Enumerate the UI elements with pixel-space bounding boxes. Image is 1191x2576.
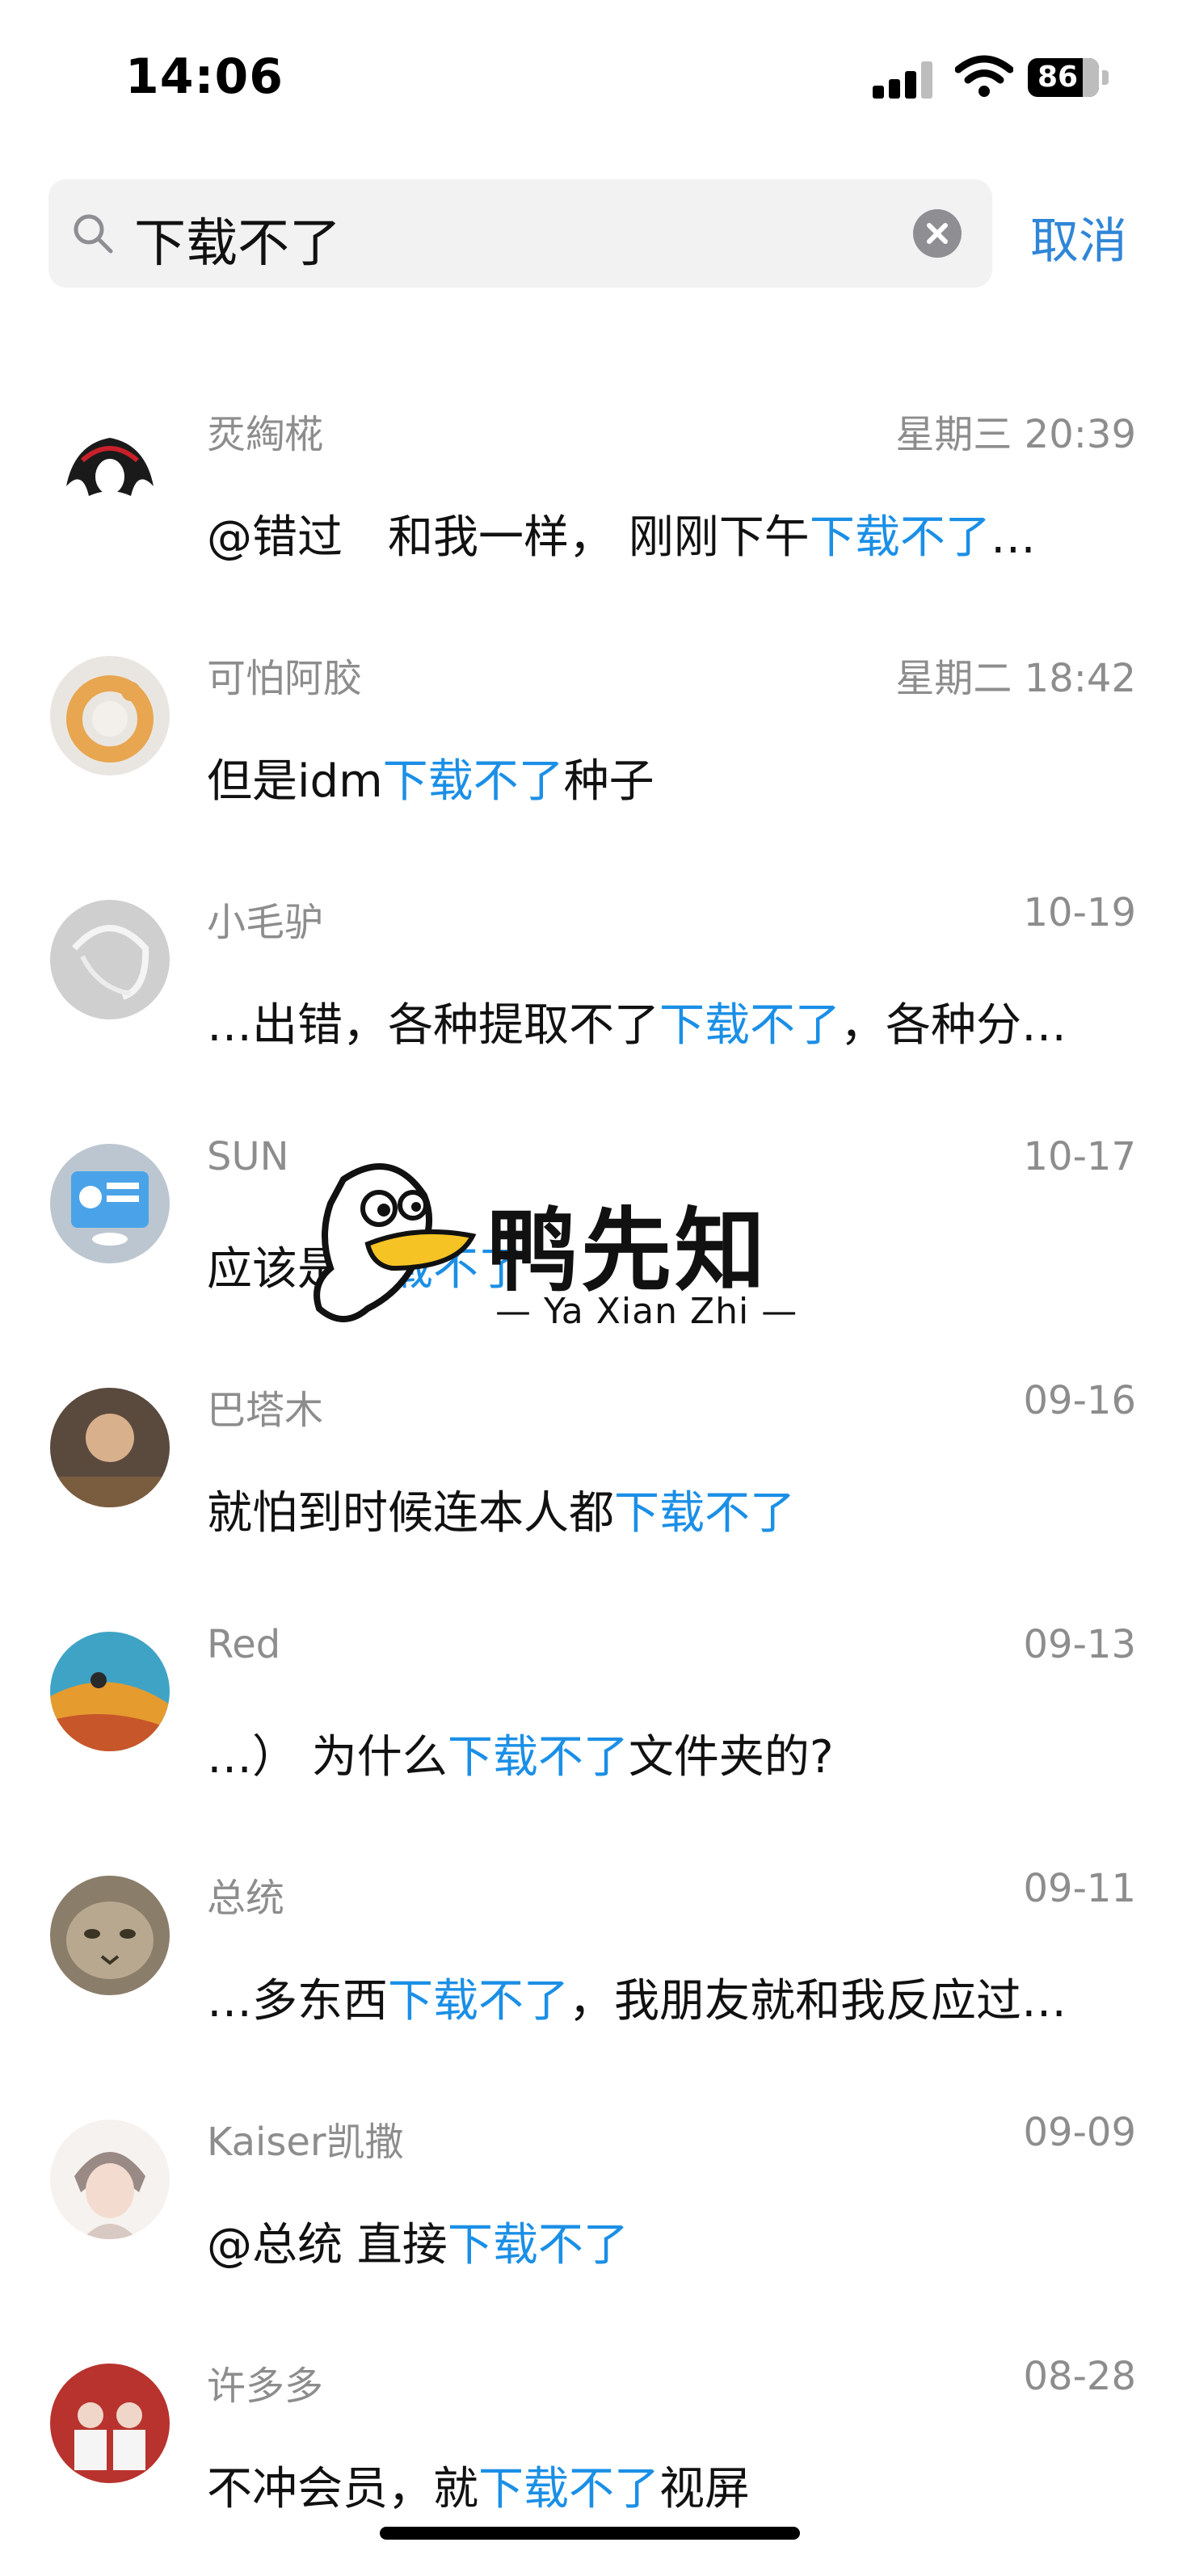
- result-time: 08-28: [1023, 2354, 1136, 2399]
- battery-level: 86: [1037, 61, 1079, 94]
- result-item[interactable]: 小毛驴 10-19 …出错，各种提取不了下载不了，各种分…: [0, 859, 1191, 1103]
- avatar: [50, 412, 170, 532]
- result-message: @总统 直接下载不了: [207, 2219, 629, 2271]
- home-indicator[interactable]: [380, 2527, 800, 2540]
- result-message: 但是idm下载不了种子: [207, 755, 654, 808]
- avatar: [50, 1632, 170, 1751]
- avatar: [50, 656, 170, 775]
- result-item[interactable]: 烎綯椛 星期三 20:39 @错过 和我一样， 刚刚下午下载不了…: [0, 372, 1191, 616]
- result-message: @错过 和我一样， 刚刚下午下载不了…: [207, 511, 1036, 564]
- result-item[interactable]: 总统 09-11 …多东西下载不了，我朋友就和我反应过…: [0, 1835, 1191, 2079]
- result-message: 就怕到时候连本人都下载不了: [207, 1487, 795, 1540]
- clear-search-icon[interactable]: [913, 209, 962, 258]
- result-name: Red: [207, 1622, 281, 1667]
- result-time: 09-09: [1023, 2110, 1136, 2155]
- avatar: [50, 1876, 170, 1995]
- search-results-list: 烎綯椛 星期三 20:39 @错过 和我一样， 刚刚下午下载不了… 可怕阿胶 星…: [0, 372, 1191, 2567]
- result-time: 星期二 18:42: [895, 656, 1136, 701]
- duck-mascot-icon: [314, 1163, 477, 1322]
- highlight-match: 下载不了: [478, 2463, 659, 2515]
- result-message: …） 为什么下载不了文件夹的?: [207, 1731, 834, 1784]
- result-name: 小毛驴: [207, 900, 324, 945]
- search-icon: [74, 214, 113, 254]
- result-message: …出错，各种提取不了下载不了，各种分…: [207, 999, 1067, 1052]
- result-name: 总统: [207, 1876, 285, 1921]
- result-item[interactable]: Red 09-13 …） 为什么下载不了文件夹的?: [0, 1591, 1191, 1835]
- highlight-match: 下载不了: [447, 2219, 629, 2271]
- highlight-match: 下载不了: [659, 999, 840, 1052]
- cellular-signal-icon: [873, 61, 937, 99]
- result-item[interactable]: Kaiser凯撒 09-09 @总统 直接下载不了: [0, 2079, 1191, 2323]
- search-query[interactable]: 下载不了: [134, 202, 341, 276]
- wifi-icon: [955, 55, 1013, 97]
- watermark-logo: 鸭先知 — Ya Xian Zhi —: [295, 1147, 861, 1357]
- result-time: 09-16: [1023, 1378, 1136, 1423]
- avatar: [50, 2364, 170, 2483]
- avatar: [50, 900, 170, 1019]
- result-time: 09-11: [1023, 1866, 1136, 1911]
- result-name: Kaiser凯撒: [207, 2120, 404, 2165]
- highlight-match: 下载不了: [388, 1975, 569, 2028]
- avatar: [50, 1144, 170, 1263]
- result-time: 星期三 20:39: [895, 412, 1136, 457]
- watermark-title: 鸭先知: [487, 1199, 768, 1304]
- highlight-match: 下载不了: [447, 1731, 629, 1784]
- result-item[interactable]: 巴塔木 09-16 就怕到时候连本人都下载不了: [0, 1347, 1191, 1591]
- result-name: 烎綯椛: [207, 412, 324, 457]
- avatar: [50, 2120, 170, 2239]
- cancel-button[interactable]: 取消: [1030, 202, 1127, 272]
- result-time: 09-13: [1023, 1622, 1136, 1667]
- battery-icon: 86: [1028, 58, 1109, 97]
- result-time: 10-19: [1023, 890, 1136, 935]
- result-name: SUN: [207, 1134, 289, 1179]
- watermark-subtitle: — Ya Xian Zhi —: [495, 1291, 798, 1332]
- result-message: 不冲会员，就下载不了视屏: [207, 2463, 750, 2515]
- highlight-match: 下载不了: [809, 511, 991, 564]
- result-name: 许多多: [207, 2364, 324, 2409]
- result-item[interactable]: 可怕阿胶 星期二 18:42 但是idm下载不了种子: [0, 616, 1191, 859]
- result-message: …多东西下载不了，我朋友就和我反应过…: [207, 1975, 1067, 2028]
- status-time: 14:06: [125, 48, 284, 105]
- result-time: 10-17: [1023, 1134, 1136, 1179]
- highlight-match: 下载不了: [614, 1487, 795, 1540]
- result-name: 巴塔木: [207, 1388, 324, 1433]
- highlight-match: 下载不了: [382, 755, 564, 808]
- avatar: [50, 1388, 170, 1507]
- status-bar: 14:06 86: [0, 0, 1191, 145]
- result-name: 可怕阿胶: [207, 656, 363, 701]
